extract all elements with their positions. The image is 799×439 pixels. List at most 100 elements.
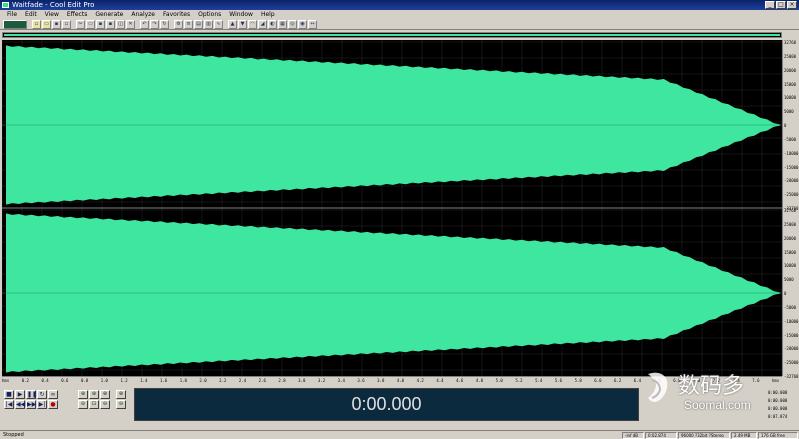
selection-begin-value[interactable]: 0:00.000 bbox=[768, 390, 787, 395]
time-tick-label: 2.4 bbox=[238, 378, 247, 383]
delete-icon[interactable]: ✕ bbox=[126, 19, 135, 29]
stretch-icon[interactable]: ↔ bbox=[308, 19, 317, 29]
zoom-in-full-icon[interactable]: ⊕ bbox=[78, 390, 88, 399]
time-tick-label: hms bbox=[772, 378, 780, 383]
menu-effects[interactable]: Effects bbox=[63, 10, 91, 19]
rewind-button[interactable]: ◀◀ bbox=[15, 400, 25, 409]
trim-icon[interactable]: ◫ bbox=[116, 19, 125, 29]
zoom-out-full-icon[interactable]: ⊖ bbox=[78, 400, 88, 409]
amplitude-tick-label: -32768 bbox=[784, 374, 799, 379]
toolbar-separator bbox=[170, 20, 173, 29]
zoom-in-left-icon[interactable]: ⊕ bbox=[89, 390, 99, 399]
minimize-button[interactable]: _ bbox=[765, 1, 775, 9]
repeat-icon[interactable]: ↻ bbox=[160, 19, 169, 29]
play-looped-button[interactable]: ↻ bbox=[37, 390, 47, 399]
undo-icon[interactable]: ↶ bbox=[140, 19, 149, 29]
eq-icon[interactable]: ▦ bbox=[278, 19, 287, 29]
zoom-in-vertical-icon[interactable]: ⊕ bbox=[116, 390, 126, 399]
waveform-svg[interactable] bbox=[2, 40, 782, 376]
watermark-text: 数码多 bbox=[678, 374, 745, 399]
play-button[interactable]: ▶ bbox=[15, 390, 25, 399]
time-tick-label: 6.4 bbox=[633, 378, 642, 383]
playlist-icon[interactable]: ▤ bbox=[194, 19, 203, 29]
menu-file[interactable]: File bbox=[3, 10, 21, 19]
time-tick-label: 3.0 bbox=[298, 378, 306, 383]
time-tick-label: 0.8 bbox=[80, 378, 89, 383]
save-file-icon[interactable]: ▪ bbox=[52, 19, 61, 29]
cut-icon[interactable]: ✂ bbox=[76, 19, 85, 29]
waveform-display[interactable] bbox=[2, 40, 782, 376]
time-tick-label: 6.0 bbox=[594, 378, 602, 383]
delay-icon[interactable]: ◉ bbox=[298, 19, 307, 29]
time-tick-label: 1.8 bbox=[179, 378, 187, 383]
toolbar-separator bbox=[72, 20, 75, 29]
new-file-icon[interactable]: ▫ bbox=[32, 19, 41, 29]
time-tick-label: 5.2 bbox=[515, 378, 523, 383]
redo-icon[interactable]: ↷ bbox=[150, 19, 159, 29]
time-tick-label: 3.6 bbox=[357, 378, 365, 383]
cue-list-icon[interactable]: ≡ bbox=[184, 19, 193, 29]
copy-icon[interactable]: ▭ bbox=[86, 19, 95, 29]
time-tick-label: 4.6 bbox=[456, 378, 464, 383]
settings-icon[interactable]: ⚙ bbox=[174, 19, 183, 29]
amplitude-tick-label: -5000 bbox=[784, 304, 797, 310]
close-button[interactable]: × bbox=[787, 1, 797, 9]
menu-favorites[interactable]: Favorites bbox=[159, 10, 194, 19]
amplitude-tick-label: -10000 bbox=[784, 150, 799, 156]
time-tick-label: 6.2 bbox=[614, 378, 622, 383]
multitrack-toggle-button[interactable] bbox=[3, 19, 27, 29]
toolbar-separator bbox=[28, 20, 31, 29]
amplitude-tick-label: -25000 bbox=[784, 192, 799, 198]
current-time-display: 0:00.000 bbox=[134, 388, 639, 421]
time-tick-label: 0.2 bbox=[21, 378, 29, 383]
menu-help[interactable]: Help bbox=[257, 10, 279, 19]
menu-window[interactable]: Window bbox=[225, 10, 257, 19]
time-tick-label: 2.8 bbox=[278, 378, 286, 383]
amplify-icon[interactable]: ▲ bbox=[228, 19, 237, 29]
time-tick-label: 2.2 bbox=[219, 378, 227, 383]
waveform-view-icon[interactable]: ∿ bbox=[214, 19, 223, 29]
window-title: Waitfade - Cool Edit Pro bbox=[12, 1, 95, 9]
status-free-space: 176 GB free bbox=[758, 432, 798, 439]
envelope-icon[interactable]: ◠ bbox=[248, 19, 257, 29]
play-to-end-button[interactable]: ∞ bbox=[48, 390, 58, 399]
noise-reduction-icon[interactable]: ◐ bbox=[268, 19, 277, 29]
fast-forward-button[interactable]: ▶▶ bbox=[26, 400, 36, 409]
amplitude-tick-label: 0 bbox=[784, 123, 787, 128]
stop-button[interactable]: ■ bbox=[4, 390, 14, 399]
reverb-icon[interactable]: ◎ bbox=[288, 19, 297, 29]
time-tick-label: 2.0 bbox=[199, 378, 207, 383]
menu-options[interactable]: Options bbox=[194, 10, 225, 19]
normalize-icon[interactable]: ▼ bbox=[238, 19, 247, 29]
open-file-icon[interactable]: ▭ bbox=[42, 19, 51, 29]
amplitude-tick-label: -10000 bbox=[784, 318, 799, 324]
menu-generate[interactable]: Generate bbox=[91, 10, 127, 19]
menu-edit[interactable]: Edit bbox=[21, 10, 41, 19]
record-button[interactable]: ● bbox=[48, 400, 58, 409]
fade-icon[interactable]: ◢ bbox=[258, 19, 267, 29]
pause-button[interactable]: ❚❚ bbox=[26, 390, 37, 399]
go-to-end-button[interactable]: ▶| bbox=[37, 400, 47, 409]
view-begin-value[interactable]: 0:00.000 bbox=[768, 398, 787, 403]
menu-view[interactable]: View bbox=[41, 10, 63, 19]
maximize-button[interactable]: □ bbox=[776, 1, 786, 9]
status-level: -inf dB bbox=[622, 432, 644, 439]
amplitude-tick-label: -15000 bbox=[784, 332, 799, 338]
close-file-icon[interactable]: ▫ bbox=[62, 19, 71, 29]
time-tick-label: 3.4 bbox=[337, 378, 345, 383]
mix-paste-icon[interactable]: ▪ bbox=[106, 19, 115, 29]
go-to-start-button[interactable]: |◀ bbox=[4, 400, 14, 409]
zoom-in-right-icon[interactable]: ⊕ bbox=[100, 390, 110, 399]
selection-end-value[interactable]: 0:00.000 bbox=[768, 406, 787, 411]
zoom-out-icon[interactable]: ⊖ bbox=[100, 400, 110, 409]
zoom-out-vertical-icon[interactable]: ⊖ bbox=[116, 400, 126, 409]
spectral-view-icon[interactable]: ▥ bbox=[204, 19, 213, 29]
zoom-selection-icon[interactable]: ⊡ bbox=[89, 400, 99, 409]
amplitude-tick-label: 20000 bbox=[784, 67, 797, 73]
paste-icon[interactable]: ▪ bbox=[96, 19, 105, 29]
time-tick-label: hms bbox=[2, 378, 10, 383]
waveform-overview-bar[interactable] bbox=[2, 32, 782, 38]
menu-analyze[interactable]: Analyze bbox=[127, 10, 159, 19]
amplitude-tick-label: 5000 bbox=[784, 109, 794, 115]
view-end-value[interactable]: 0:07.874 bbox=[768, 414, 787, 419]
